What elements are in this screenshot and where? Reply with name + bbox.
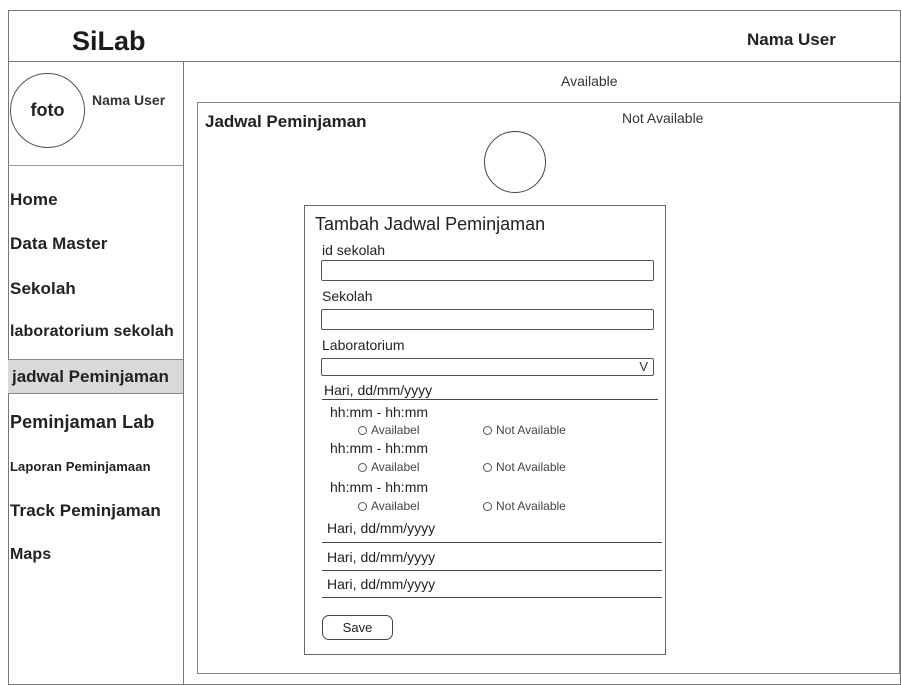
avatar[interactable]: foto: [10, 73, 85, 148]
sidebar-item-maps[interactable]: Maps: [10, 546, 51, 564]
radio-label: Availabel: [371, 460, 420, 474]
sidebar-item-peminjaman-lab[interactable]: Peminjaman Lab: [10, 412, 154, 433]
day-label: Hari, dd/mm/yyyy: [327, 549, 436, 565]
day-divider: [322, 399, 658, 400]
legend-not-available: Not Available: [622, 110, 704, 126]
header-user-name[interactable]: Nama User: [747, 30, 836, 50]
save-button-label: Save: [342, 620, 373, 635]
id-sekolah-label: id sekolah: [322, 242, 386, 258]
radio-not-available[interactable]: Not Available: [483, 423, 566, 437]
radio-label: Not Available: [496, 499, 566, 513]
avatar-label: foto: [30, 100, 65, 120]
radio-available[interactable]: Availabel: [358, 423, 419, 437]
radio-circle-icon: [358, 501, 367, 511]
radio-not-available[interactable]: Not Available: [483, 499, 566, 513]
laboratorium-select[interactable]: V: [321, 358, 654, 376]
status-circle-icon: [484, 131, 546, 193]
laboratorium-label: Laboratorium: [322, 337, 405, 353]
radio-available[interactable]: Availabel: [358, 499, 419, 513]
radio-circle-icon: [483, 501, 492, 511]
slot-time: hh:mm - hh:mm: [330, 404, 429, 420]
radio-circle-icon: [358, 425, 367, 435]
sidebar-divider: [183, 61, 184, 685]
sidebar-item-label: jadwal Peminjaman: [12, 367, 169, 386]
sekolah-label: Sekolah: [322, 288, 373, 304]
sidebar-user-name: Nama User: [92, 92, 166, 108]
app-title: SiLab: [72, 26, 146, 56]
day-label: Hari, dd/mm/yyyy: [327, 520, 436, 536]
radio-label: Not Available: [496, 460, 566, 474]
radio-not-available[interactable]: Not Available: [483, 460, 566, 474]
day-divider: [322, 542, 662, 543]
sidebar-item-track-peminjaman[interactable]: Track Peminjaman: [10, 501, 161, 521]
slot-time: hh:mm - hh:mm: [330, 479, 429, 495]
profile-divider: [8, 165, 183, 166]
day-divider: [322, 570, 662, 571]
radio-label: Not Available: [496, 423, 566, 437]
panel-title: Jadwal Peminjaman: [205, 112, 367, 131]
sidebar-item-home[interactable]: Home: [10, 190, 58, 210]
sekolah-input[interactable]: [321, 309, 654, 330]
radio-available[interactable]: Availabel: [358, 460, 419, 474]
form-title: Tambah Jadwal Peminjaman: [315, 214, 546, 234]
radio-label: Availabel: [371, 423, 420, 437]
sidebar-item-laporan-peminjamaan[interactable]: Laporan Peminjamaan: [10, 459, 151, 474]
day-label: Hari, dd/mm/yyyy: [327, 576, 436, 592]
day-divider: [322, 597, 662, 598]
header-divider: [8, 61, 901, 62]
radio-circle-icon: [358, 462, 367, 472]
radio-label: Availabel: [371, 499, 420, 513]
day-label: Hari, dd/mm/yyyy: [324, 382, 433, 398]
sidebar-item-data-master[interactable]: Data Master: [10, 234, 107, 254]
sidebar-item-sekolah[interactable]: Sekolah: [10, 279, 76, 299]
radio-circle-icon: [483, 425, 492, 435]
sidebar-item-jadwal-peminjaman[interactable]: jadwal Peminjaman: [8, 359, 183, 394]
chevron-down-icon: V: [639, 359, 648, 374]
radio-circle-icon: [483, 462, 492, 472]
legend-available: Available: [561, 73, 618, 89]
slot-time: hh:mm - hh:mm: [330, 440, 429, 456]
save-button[interactable]: Save: [322, 615, 393, 640]
sidebar-item-laboratorium-sekolah[interactable]: laboratorium sekolah: [10, 323, 174, 341]
id-sekolah-input[interactable]: [321, 260, 654, 281]
